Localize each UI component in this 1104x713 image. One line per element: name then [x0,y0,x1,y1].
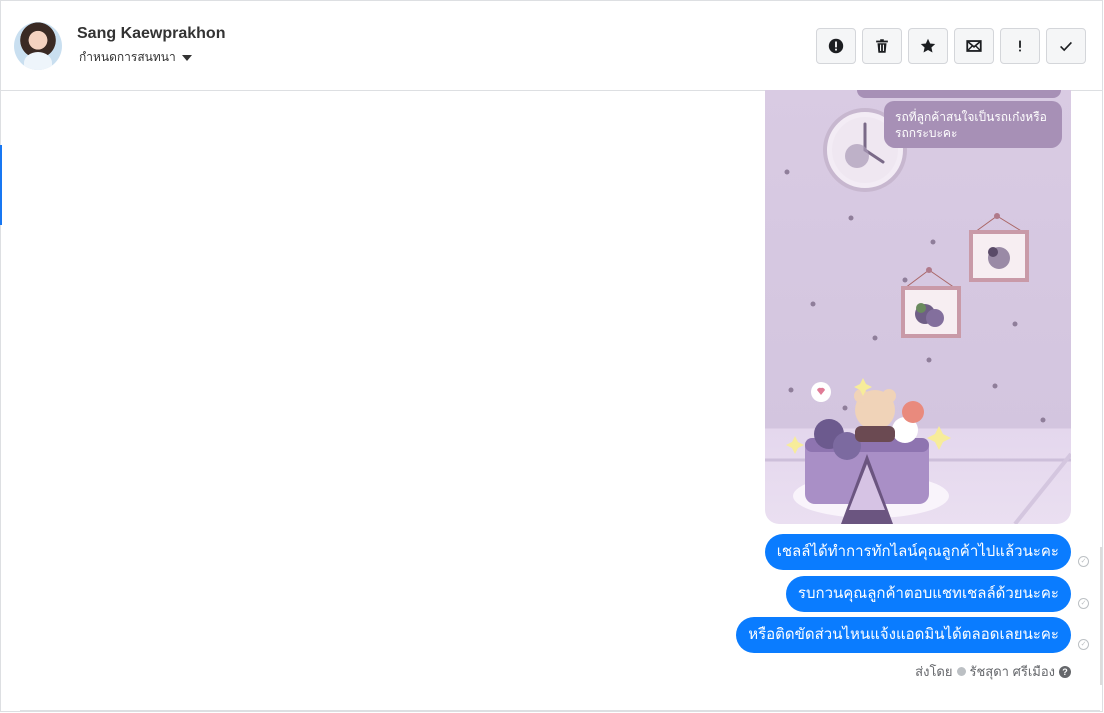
check-icon [1060,41,1072,52]
assign-conversation-dropdown[interactable]: กำหนดการสนทนา [79,48,192,67]
caret-down-icon [181,54,192,61]
exclamation-icon [1019,40,1021,52]
user-status-icon [956,667,966,676]
divider [20,710,1100,711]
assign-label: กำหนดการสนทนา [79,50,176,64]
envelope-icon [966,40,982,52]
star-icon [920,38,936,53]
contact-avatar[interactable] [14,22,62,70]
image-attachment[interactable]: รถที่ลูกค้าสนใจเป็นรถเก๋งหรือรถกระบะคะ [765,90,1071,524]
conversation-toolbar [816,28,1086,64]
conversation-header: Sang Kaewprakhon กำหนดการสนทนา [1,1,1102,91]
seen-check-icon: ✓ [1078,556,1089,567]
seen-check-icon: ✓ [1078,598,1089,609]
sent-by-info: ส่งโดย รัชสุดา ศรีเมือง ? [915,661,1071,682]
mark-unread-button[interactable] [954,28,994,64]
contact-name[interactable]: Sang Kaewprakhon [77,25,225,43]
spam-button[interactable] [816,28,856,64]
active-indicator [0,145,2,225]
sent-by-label: ส่งโดย [915,664,953,679]
sent-by-name[interactable]: รัชสุดา ศรีเมือง [970,661,1056,682]
message-bubble[interactable]: รบกวนคุณลูกค้าตอบแชทเชลล์ด้วยนะคะ [785,576,1071,612]
scrollbar[interactable] [1100,547,1102,685]
message-bubble[interactable]: หรือติดขัดส่วนไหนแจ้งแอดมินได้ตลอดเลยนะค… [736,617,1071,653]
follow-up-button[interactable] [1000,28,1040,64]
star-button[interactable] [908,28,948,64]
chat-screenshot-illustration [765,90,1071,524]
message-bubble[interactable]: เชลล์ได้ทำการทักไลน์คุณลูกค้าไปแล้วนะคะ [764,534,1071,570]
seen-check-icon: ✓ [1078,639,1089,650]
done-button[interactable] [1046,28,1086,64]
attachment-inner-message: รถที่ลูกค้าสนใจเป็นรถเก๋งหรือรถกระบะคะ [885,102,1061,148]
trash-icon [876,39,888,53]
alert-circle-icon [828,38,844,54]
delete-button[interactable] [862,28,902,64]
help-icon[interactable]: ? [1059,665,1071,678]
